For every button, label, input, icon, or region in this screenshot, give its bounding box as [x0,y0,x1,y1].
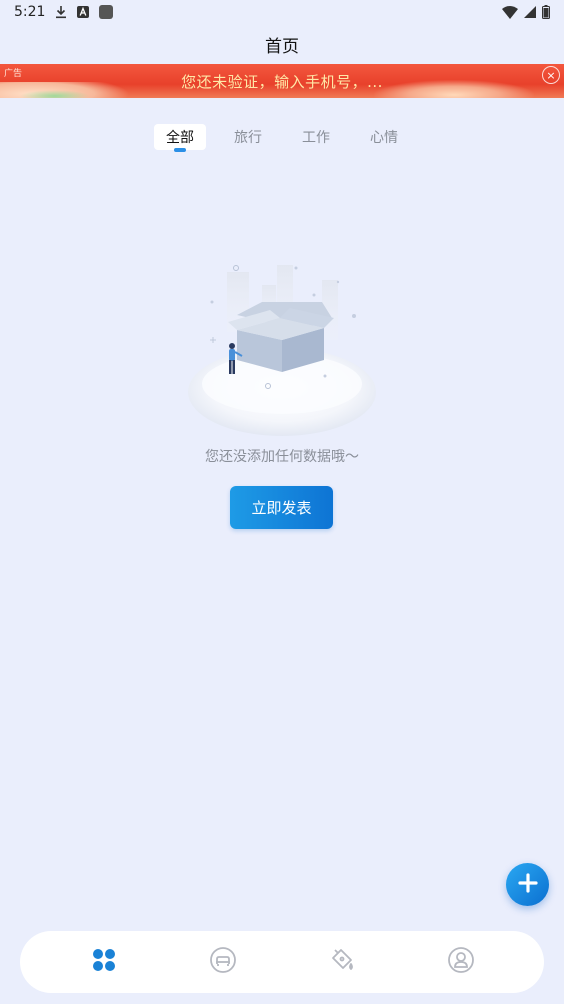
signal-icon [524,6,536,18]
page-title: 首页 [265,36,299,57]
square-app-icon [99,5,114,19]
a-badge-icon [77,6,90,18]
publish-now-button[interactable]: 立即发表 [230,486,333,529]
user-circle-icon [447,946,475,978]
nav-paint[interactable] [322,942,362,982]
nav-desk[interactable] [203,942,243,982]
tab-travel[interactable]: 旅行 [222,124,274,150]
tab-mood[interactable]: 心情 [358,124,410,150]
ad-banner[interactable]: 广告 您还未验证，输入手机号，... × [0,64,564,98]
tab-all[interactable]: 全部 [154,124,206,152]
grid-dots-icon [92,948,116,976]
empty-box-illustration [182,260,382,440]
nav-home[interactable] [84,942,124,982]
ad-text[interactable]: 您还未验证，输入手机号，... [0,64,564,98]
plus-icon [517,872,538,897]
battery-icon [542,5,550,19]
empty-message: 您还没添加任何数据哦～ [205,449,359,465]
bottom-nav [20,931,544,993]
status-time: 5:21 [14,4,46,20]
paint-bucket-icon [328,946,356,978]
download-icon [55,5,67,19]
status-bar: 5:21 [0,0,564,24]
nav-profile[interactable] [441,942,481,982]
page-header: 首页 [0,24,564,64]
desk-icon [209,946,237,978]
add-button[interactable] [506,863,549,906]
close-icon[interactable]: × [542,66,560,84]
category-tabs: 全部 旅行 工作 心情 [0,124,564,152]
wifi-icon [502,5,518,19]
tab-work[interactable]: 工作 [290,124,342,150]
